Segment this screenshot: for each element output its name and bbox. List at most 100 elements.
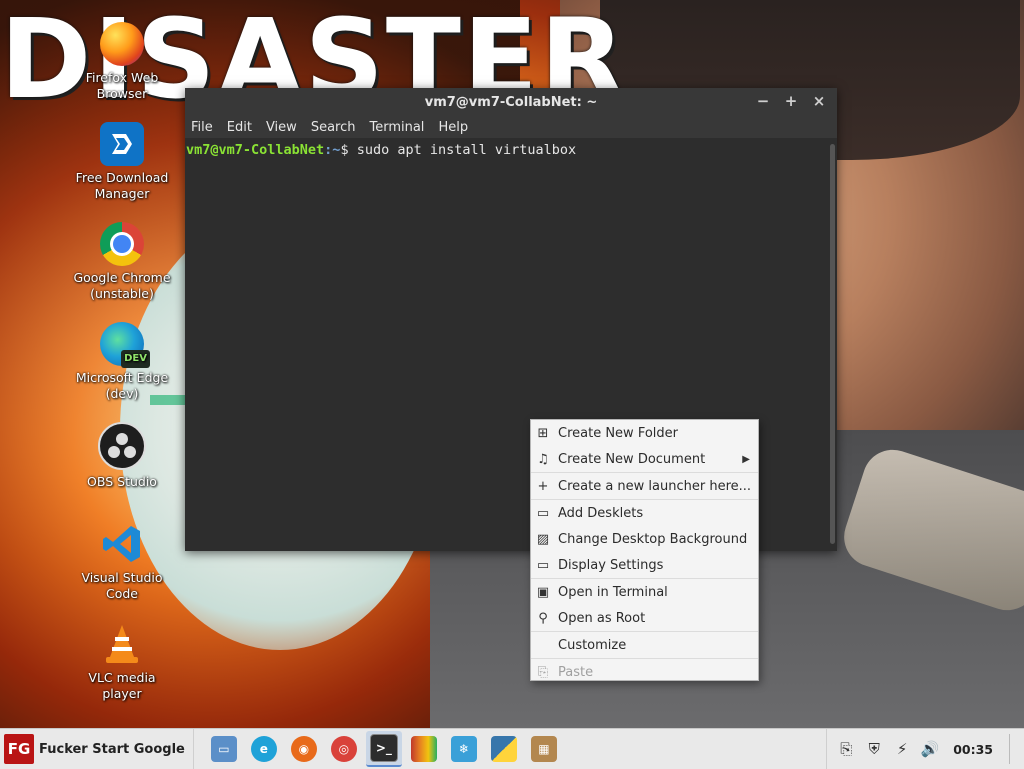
terminal-title: vm7@vm7-CollabNet: ~ — [424, 94, 598, 110]
launcher-edge-dev[interactable]: e — [246, 731, 282, 767]
launcher-firefox[interactable]: ◉ — [286, 731, 322, 767]
menu-help[interactable]: Help — [438, 120, 468, 135]
menu-item-label: Open in Terminal — [558, 584, 668, 600]
plus-icon: + — [537, 478, 549, 494]
prompt-symbol: $ — [340, 142, 349, 158]
desktop-icon-label: Microsoft Edge (dev) — [75, 370, 169, 401]
menu-item-label: Display Settings — [558, 557, 664, 573]
desktop-icon-label: Google Chrome (unstable) — [73, 270, 171, 301]
system-tray: ⎘ ⛨ ⚡ 🔊 00:35 — [826, 729, 1024, 769]
menu-item-display-settings[interactable]: ▭ Display Settings — [531, 552, 758, 578]
menu-terminal[interactable]: Terminal — [369, 120, 424, 135]
menu-view[interactable]: View — [266, 120, 297, 135]
desktop-icon-label: VLC media player — [88, 670, 156, 701]
firefox-icon: ◉ — [290, 736, 317, 762]
files-icon: ▭ — [210, 736, 237, 762]
menu-search[interactable]: Search — [311, 120, 356, 135]
clipboard-icon[interactable]: ⎘ — [837, 740, 855, 758]
menu-item-open-as-root[interactable]: ⚲ Open as Root — [531, 605, 758, 631]
menu-item-label: Paste — [558, 664, 594, 680]
menu-item-label: Add Desklets — [558, 505, 644, 521]
maximize-button[interactable]: + — [783, 92, 799, 110]
vscode-icon — [100, 522, 144, 566]
submenu-arrow-icon: ▶ — [742, 453, 750, 465]
python-icon — [490, 736, 517, 762]
clock[interactable]: 00:35 — [953, 742, 993, 757]
terminal-icon: ▣ — [536, 584, 550, 600]
menu-item-label: Open as Root — [558, 610, 646, 626]
launcher-terminal[interactable]: >_ — [365, 731, 402, 767]
desktop-icon-obs[interactable]: OBS Studio — [67, 422, 177, 490]
image-icon: ▨ — [536, 531, 550, 547]
menu-item-change-background[interactable]: ▨ Change Desktop Background — [531, 526, 758, 552]
menu-item-create-new-folder[interactable]: ⊞ Create New Folder — [531, 420, 758, 446]
menu-item-open-terminal[interactable]: ▣ Open in Terminal — [531, 578, 758, 605]
new-folder-icon: ⊞ — [537, 425, 549, 441]
close-button[interactable]: × — [811, 92, 827, 110]
desktop-icon-vscode[interactable]: Visual Studio Code — [67, 522, 177, 602]
dev-badge: DEV — [121, 350, 150, 368]
start-label: Fucker Start Google — [39, 741, 185, 757]
launcher-python[interactable] — [486, 731, 522, 767]
chrome-icon — [100, 222, 144, 266]
start-logo-icon: FG — [4, 734, 34, 764]
launcher-snowflake[interactable]: ❄ — [446, 731, 482, 767]
desklet-icon: ▭ — [536, 505, 550, 521]
launcher-chrome[interactable]: ◎ — [326, 731, 362, 767]
terminal-titlebar[interactable]: vm7@vm7-CollabNet: ~ − + × — [185, 88, 837, 116]
menu-item-label: Create New Document — [558, 451, 706, 467]
menu-item-label: Customize — [558, 637, 627, 653]
network-icon[interactable]: ⚡ — [893, 740, 911, 758]
terminal-command: sudo apt install virtualbox — [348, 142, 577, 158]
color-bars-icon — [410, 736, 437, 762]
minimize-button[interactable]: − — [755, 92, 771, 110]
snowflake-icon: ❄ — [450, 736, 477, 762]
taskbar: FG Fucker Start Google ▭ e ◉ ◎ >_ ❄ ▦ ⎘ … — [0, 728, 1024, 769]
desktop-icon-vlc[interactable]: VLC media player — [67, 622, 177, 702]
terminal-icon: >_ — [369, 734, 398, 762]
edge-dev-icon: DEV — [100, 322, 150, 368]
menu-item-create-new-document[interactable]: ♫ Create New Document ▶ — [531, 446, 758, 472]
volume-icon[interactable]: 🔊 — [921, 740, 940, 758]
launcher-package[interactable]: ▦ — [526, 731, 562, 767]
menu-file[interactable]: File — [191, 120, 213, 135]
desktop-icon-label: OBS Studio — [87, 474, 157, 489]
start-menu-button[interactable]: FG Fucker Start Google — [0, 729, 194, 769]
terminal-scrollbar[interactable] — [830, 144, 835, 544]
desktop-context-menu: ⊞ Create New Folder ♫ Create New Documen… — [530, 419, 759, 681]
key-icon: ⚲ — [538, 610, 548, 626]
menu-item-paste: ⎘ Paste — [531, 658, 758, 685]
desktop-icon-firefox[interactable]: Firefox Web Browser — [67, 22, 177, 102]
shield-icon[interactable]: ⛨ — [865, 740, 883, 758]
prompt-path: :~ — [324, 142, 341, 158]
free-download-manager-icon — [100, 122, 144, 166]
menu-item-label: Create New Folder — [558, 425, 678, 441]
display-icon: ▭ — [536, 557, 550, 573]
desktop-icon-chrome[interactable]: Google Chrome (unstable) — [67, 222, 177, 302]
firefox-icon — [100, 22, 144, 66]
taskbar-launchers: ▭ e ◉ ◎ >_ ❄ ▦ — [206, 731, 562, 767]
terminal-menubar: File Edit View Search Terminal Help — [185, 116, 837, 138]
package-icon: ▦ — [530, 736, 557, 762]
menu-item-label: Create a new launcher here... — [558, 478, 752, 494]
launcher-files[interactable]: ▭ — [206, 731, 242, 767]
menu-edit[interactable]: Edit — [227, 120, 252, 135]
menu-item-customize[interactable]: Customize — [531, 631, 758, 658]
window-controls: − + × — [755, 92, 827, 110]
menu-item-add-desklets[interactable]: ▭ Add Desklets — [531, 499, 758, 526]
desktop-icon-label: Free Download Manager — [75, 170, 169, 201]
chrome-icon: ◎ — [330, 736, 357, 762]
menu-item-create-launcher[interactable]: + Create a new launcher here... — [531, 472, 758, 499]
vlc-icon — [100, 622, 144, 666]
desktop-icon-label: Firefox Web Browser — [85, 70, 159, 101]
show-desktop-button[interactable] — [1009, 734, 1016, 764]
obs-icon — [98, 422, 146, 470]
new-document-icon: ♫ — [537, 451, 549, 467]
edge-dev-icon: e — [250, 736, 277, 762]
launcher-color-bars[interactable] — [406, 731, 442, 767]
paste-icon: ⎘ — [537, 664, 549, 680]
prompt-user: vm7@vm7-CollabNet — [186, 142, 325, 158]
desktop-icon-edge-dev[interactable]: DEV Microsoft Edge (dev) — [67, 322, 177, 402]
menu-item-label: Change Desktop Background — [558, 531, 748, 547]
desktop-icon-free-download-manager[interactable]: Free Download Manager — [67, 122, 177, 202]
